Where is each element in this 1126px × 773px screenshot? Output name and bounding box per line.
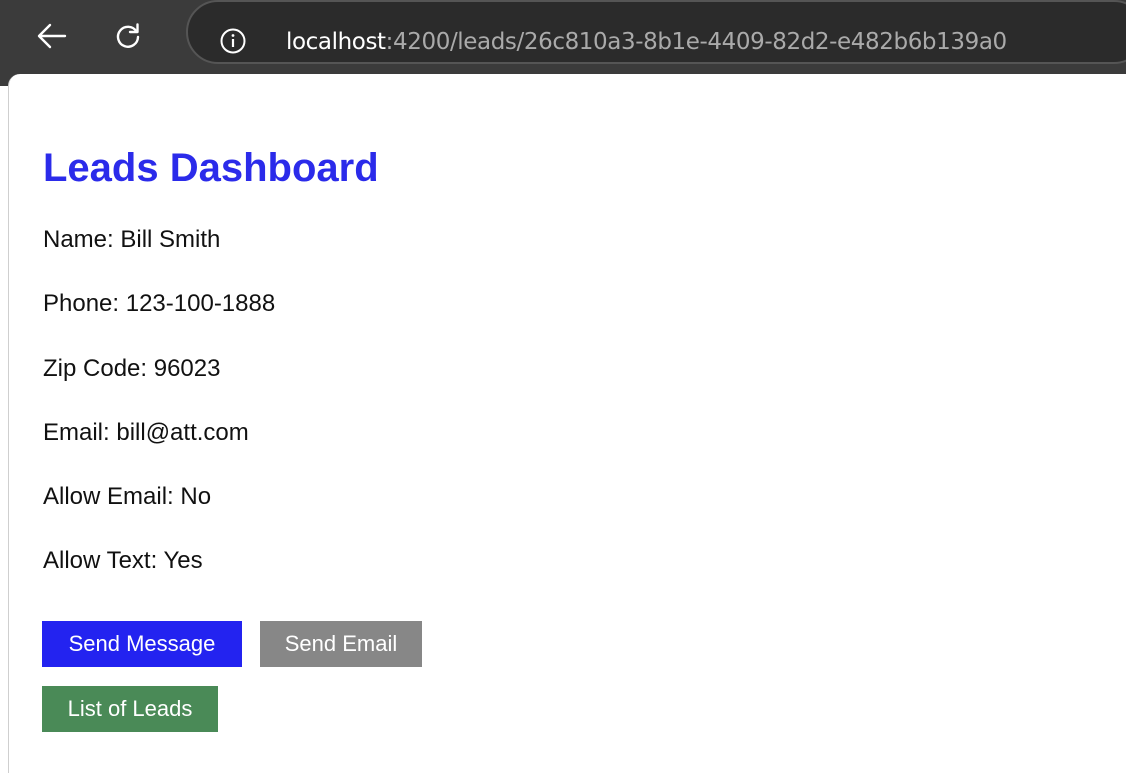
address-bar[interactable]: localhost:4200/leads/26c810a3-8b1e-4409-… bbox=[186, 0, 1126, 64]
lead-email: Email: bill@att.com bbox=[43, 419, 249, 446]
url-host: localhost bbox=[286, 29, 386, 55]
arrow-left-icon bbox=[37, 23, 67, 49]
lead-phone: Phone: 123-100-1888 bbox=[43, 290, 276, 317]
lead-allow-email: Allow Email: No bbox=[43, 483, 212, 510]
send-message-button[interactable]: Send Message bbox=[42, 621, 242, 667]
page-content: Leads Dashboard Name: Bill Smith Phone: … bbox=[8, 74, 1126, 773]
lead-zip-code: Zip Code: 96023 bbox=[43, 355, 221, 382]
info-icon[interactable] bbox=[220, 28, 246, 54]
url-text: localhost:4200/leads/26c810a3-8b1e-4409-… bbox=[286, 29, 1007, 55]
page-title: Leads Dashboard bbox=[43, 146, 379, 190]
reload-button[interactable] bbox=[106, 14, 150, 58]
back-button[interactable] bbox=[30, 14, 74, 58]
url-path: :4200/leads/26c810a3-8b1e-4409-82d2-e482… bbox=[385, 29, 1008, 55]
lead-allow-text: Allow Text: Yes bbox=[43, 547, 203, 574]
lead-name: Name: Bill Smith bbox=[43, 226, 221, 253]
send-email-button[interactable]: Send Email bbox=[260, 621, 422, 667]
list-of-leads-button[interactable]: List of Leads bbox=[42, 686, 218, 732]
reload-icon bbox=[116, 23, 140, 48]
